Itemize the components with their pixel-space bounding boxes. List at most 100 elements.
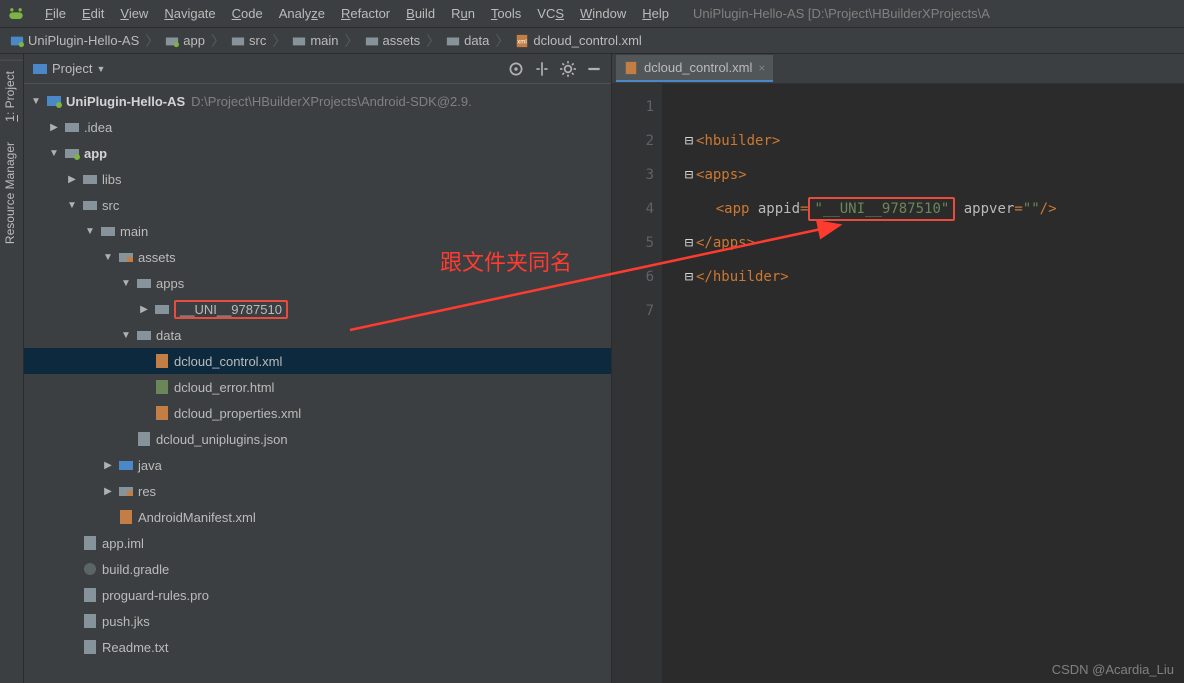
fold-end-icon: ⊟ [682,260,696,294]
menu-tools[interactable]: Tools [484,3,528,24]
project-panel-title[interactable]: Project ▼ [32,61,105,77]
target-icon[interactable] [507,60,525,78]
crumb-data[interactable]: data [446,33,489,48]
tree-apps[interactable]: ▼apps [24,270,611,296]
project-panel-header: Project ▼ [24,54,611,84]
chevron-down-icon: ▼ [120,278,132,289]
code-area[interactable]: 1 2 3 4 5 6 7 ⊟<hbuilder> ⊟<apps> <app a… [612,84,1184,683]
chevron-right-icon: 〉 [426,31,440,51]
file-icon [82,613,98,629]
menu-analyze[interactable]: Analyze [272,3,332,24]
tree-proguard[interactable]: proguard-rules.pro [24,582,611,608]
menu-code[interactable]: Code [225,3,270,24]
chevron-right-icon: ▶ [102,486,114,497]
folder-icon [100,223,116,239]
fold-icon[interactable]: ⊟ [682,158,696,192]
menu-build[interactable]: Build [399,3,442,24]
menu-run[interactable]: Run [444,3,482,24]
window-title: UniPlugin-Hello-AS [D:\Project\HBuilderX… [693,6,990,21]
tree-main[interactable]: ▼main [24,218,611,244]
tree-buildgradle[interactable]: build.gradle [24,556,611,582]
folder-icon [136,275,152,291]
code-content[interactable]: ⊟<hbuilder> ⊟<apps> <app appid="__UNI__9… [662,84,1184,683]
split-icon[interactable] [533,60,551,78]
folder-icon [154,301,170,317]
resources-folder-icon [118,483,134,499]
fold-end-icon: ⊟ [682,226,696,260]
project-tree[interactable]: ▼UniPlugin-Hello-ASD:\Project\HBuilderXP… [24,84,611,683]
tree-dcloud-control[interactable]: dcloud_control.xml [24,348,611,374]
crumb-project[interactable]: UniPlugin-Hello-AS [10,33,139,48]
chevron-right-icon: 〉 [211,31,225,51]
tree-dcloud-properties[interactable]: dcloud_properties.xml [24,400,611,426]
breadcrumb: UniPlugin-Hello-AS 〉 app 〉 src 〉 main 〉 … [0,28,1184,54]
crumb-assets[interactable]: assets [365,33,421,48]
gear-icon[interactable] [559,60,577,78]
tree-data[interactable]: ▼data [24,322,611,348]
folder-icon [64,119,80,135]
project-icon [32,61,48,77]
tree-appiml[interactable]: app.iml [24,530,611,556]
line-gutter: 1 2 3 4 5 6 7 [612,84,662,683]
chevron-down-icon: ▼ [84,226,96,237]
tree-java[interactable]: ▶java [24,452,611,478]
xml-file-icon [624,61,638,75]
chevron-down-icon: ▼ [120,330,132,341]
tree-dcloud-error[interactable]: dcloud_error.html [24,374,611,400]
tool-window-bar: 1: Project Resource Manager [0,54,24,683]
crumb-src[interactable]: src [231,33,266,48]
menu-file[interactable]: File [38,3,73,24]
menu-window[interactable]: Window [573,3,633,24]
crumb-app[interactable]: app [165,33,205,48]
tree-src[interactable]: ▼src [24,192,611,218]
folder-icon [136,327,152,343]
fold-icon[interactable]: ⊟ [682,124,696,158]
gradle-file-icon [82,561,98,577]
chevron-right-icon: 〉 [345,31,359,51]
chevron-right-icon: ▶ [66,174,78,185]
tree-readme[interactable]: Readme.txt [24,634,611,660]
chevron-right-icon: ▶ [48,122,60,133]
folder-icon [82,171,98,187]
xml-file-icon [154,405,170,421]
chevron-right-icon: ▶ [138,304,150,315]
tree-pushjks[interactable]: push.jks [24,608,611,634]
tab-project[interactable]: 1: Project [0,60,23,132]
tree-manifest[interactable]: AndroidManifest.xml [24,504,611,530]
android-studio-logo [6,4,26,24]
crumb-main[interactable]: main [292,33,338,48]
crumb-file[interactable]: xmldcloud_control.xml [515,33,641,48]
project-module-icon [46,93,62,109]
module-icon [64,145,80,161]
chevron-right-icon: 〉 [495,31,509,51]
folder-icon [82,197,98,213]
tree-uni-folder[interactable]: ▶__UNI__9787510 [24,296,611,322]
chevron-right-icon: 〉 [145,31,159,51]
tree-app[interactable]: ▼app [24,140,611,166]
resources-folder-icon [118,249,134,265]
menu-help[interactable]: Help [635,3,676,24]
editor-tab-dcloud-control[interactable]: dcloud_control.xml × [616,55,773,82]
chevron-down-icon: ▼ [66,200,78,211]
tree-root[interactable]: ▼UniPlugin-Hello-ASD:\Project\HBuilderXP… [24,88,611,114]
tree-dcloud-uniplugins[interactable]: dcloud_uniplugins.json [24,426,611,452]
tree-idea[interactable]: ▶.idea [24,114,611,140]
menu-edit[interactable]: Edit [75,3,111,24]
tree-res[interactable]: ▶res [24,478,611,504]
tab-resource-manager[interactable]: Resource Manager [0,132,23,254]
tree-libs[interactable]: ▶libs [24,166,611,192]
menu-vcs[interactable]: VCS [530,3,571,24]
chevron-right-icon: ▶ [102,460,114,471]
tree-assets[interactable]: ▼assets [24,244,611,270]
text-file-icon [82,639,98,655]
chevron-right-icon: 〉 [272,31,286,51]
minimize-icon[interactable] [585,60,603,78]
json-file-icon [136,431,152,447]
menu-navigate[interactable]: Navigate [157,3,222,24]
source-folder-icon [118,457,134,473]
html-file-icon [154,379,170,395]
close-icon[interactable]: × [758,61,765,75]
menu-view[interactable]: View [113,3,155,24]
xml-file-icon [154,353,170,369]
menu-refactor[interactable]: Refactor [334,3,397,24]
